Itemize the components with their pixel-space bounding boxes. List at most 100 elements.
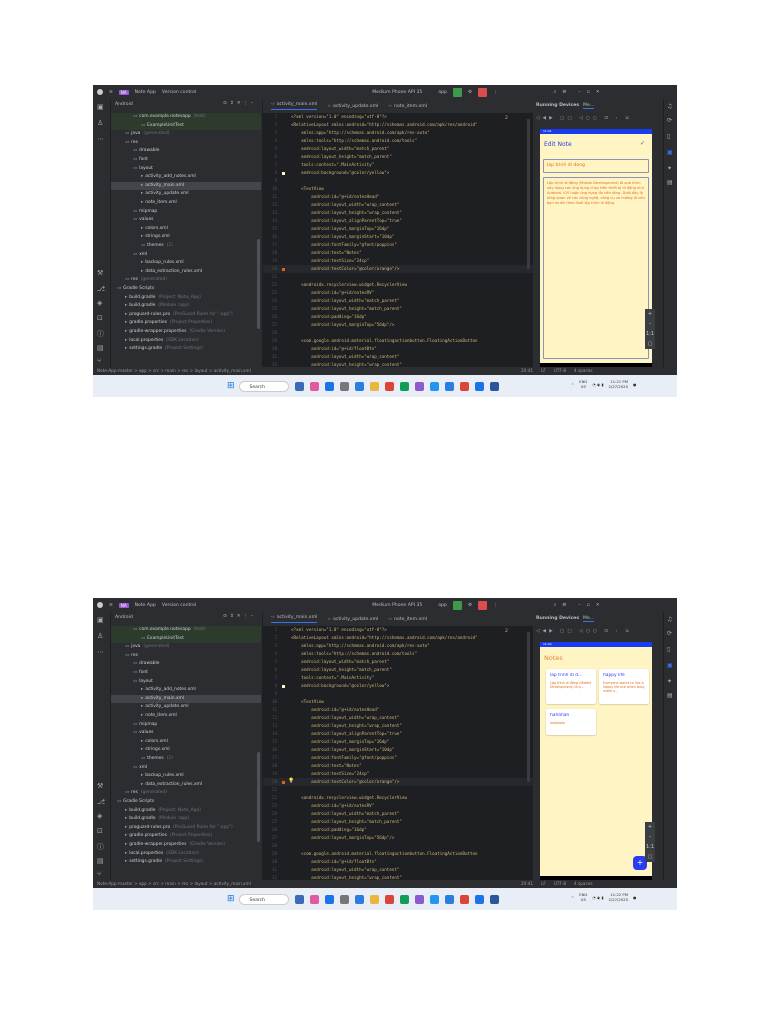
tray-chevron-icon[interactable]: ^ (571, 382, 574, 387)
line-separator[interactable]: LF (541, 367, 546, 375)
tree-item[interactable]: ▸ activity_add_notes.xml (111, 173, 261, 182)
code-line[interactable]: 19 android:textSize="24sp" (263, 257, 533, 265)
tree-item[interactable]: ▸ note_item.xml (111, 199, 261, 208)
taskbar-app-icon[interactable] (324, 381, 334, 391)
code-line[interactable]: 12 android:layout_width="wrap_content" (263, 201, 533, 209)
code-line[interactable]: 29 <com.google.android.material.floating… (263, 850, 533, 858)
taskbar-app-icon[interactable] (489, 381, 499, 391)
running-devices-icon[interactable]: ▣ (667, 149, 673, 156)
taskbar-app-icon[interactable] (399, 381, 409, 391)
taskbar-app-icon[interactable] (354, 381, 364, 391)
notification-bell-icon[interactable]: ● (633, 895, 636, 900)
gemini-icon[interactable]: ✦ (667, 678, 672, 685)
version-control-dropdown[interactable]: Version control (162, 603, 196, 608)
code-line[interactable]: 6 android:layout_height="match_parent" (263, 666, 533, 674)
code-line[interactable]: 13 android:layout_height="wrap_content" (263, 722, 533, 730)
vcs-icon[interactable]: ⎇ (97, 285, 105, 293)
close-icon[interactable]: ✕ (596, 90, 600, 95)
more-icon[interactable]: ⋮ (493, 90, 498, 95)
tree-item[interactable]: ▸ data_extraction_rules.xml (111, 781, 261, 790)
language-indicator[interactable]: ENG US (579, 892, 587, 902)
tree-item[interactable]: ▸ note_item.xml (111, 712, 261, 721)
tree-item[interactable]: ▸ local.properties (SDK Location) (111, 337, 261, 346)
code-line[interactable]: 17 android:fontFamily="@font/poppins" (263, 754, 533, 762)
tree-item[interactable]: ▸ build.gradle (Module :app) (111, 815, 261, 824)
build-icon[interactable]: ⚒ (97, 782, 103, 790)
run-button[interactable] (452, 87, 462, 97)
taskbar-app-icon[interactable] (399, 894, 409, 904)
tree-item[interactable]: ▭ ExampleUnitTest (111, 634, 261, 644)
stop-button[interactable] (478, 600, 488, 610)
code-line[interactable]: 9 (263, 690, 533, 698)
taskbar-app-icon[interactable] (369, 894, 379, 904)
more-tools-icon[interactable]: ⋯ (97, 648, 104, 656)
lightbulb-icon[interactable]: 💡 (288, 778, 294, 784)
code-line[interactable]: 22 <androidx.recyclerview.widget.Recycle… (263, 794, 533, 802)
file-encoding[interactable]: UTF-8 (554, 880, 566, 888)
more-icon[interactable]: ⋮ (493, 603, 498, 608)
logcat-icon[interactable]: ⊡ (97, 314, 103, 322)
note-body-input[interactable]: Lập trình di động (Mobile Development) l… (543, 177, 649, 359)
tab-activity_update-xml[interactable]: ‹› activity_update.xml (327, 617, 378, 622)
project-name-dropdown[interactable]: Note App (135, 603, 156, 608)
code-line[interactable]: 30 android:id="@+id/floatBtn" (263, 858, 533, 866)
tree-item[interactable]: ▭ values (111, 729, 261, 738)
indent-setting[interactable]: 4 spaces (574, 880, 592, 888)
taskbar-app-icon[interactable] (474, 894, 484, 904)
taskbar-app-icon[interactable] (474, 381, 484, 391)
code-line[interactable]: 2 <RelativeLayout xmlns:android="http://s… (263, 121, 533, 129)
code-line[interactable]: 31 android:layout_width="wrap_content" (263, 866, 533, 874)
code-line[interactable]: 29 <com.google.android.material.floating… (263, 337, 533, 345)
tree-item[interactable]: ▭ mipmap (111, 208, 261, 217)
tree-item[interactable]: ▭ com.example.notesapp (test) (111, 113, 261, 122)
code-line[interactable]: 15 android:layout_marginTop="16dp" (263, 225, 533, 233)
main-menu-icon[interactable]: ≡ (109, 90, 113, 95)
tree-item[interactable]: ▸ activity_add_notes.xml (111, 686, 261, 695)
tree-item[interactable]: ▸ proguard-rules.pro (ProGuard Rules for "… (111, 824, 261, 833)
tree-item[interactable]: ▸ gradle-wrapper.properties (Gradle Versio… (111, 841, 261, 850)
gem-icon[interactable]: ◈ (97, 812, 102, 820)
tree-item[interactable]: ▸ strings.xml (111, 746, 261, 755)
code-line[interactable]: 3 xmlns:app="http://schemas.android.com/… (263, 642, 533, 650)
code-line[interactable]: 23 android:id="@+id/notesRV" (263, 802, 533, 810)
note-title-input[interactable]: lap trinh di dong (543, 159, 649, 173)
tree-item[interactable]: ▸ backup_rules.xml (111, 772, 261, 781)
gemini-icon[interactable]: ✦ (667, 165, 672, 172)
taskbar-search[interactable]: Search (238, 893, 289, 905)
code-line[interactable]: 28 (263, 329, 533, 337)
panel-scrollbar[interactable] (257, 239, 260, 329)
taskbar-app-icon[interactable] (444, 381, 454, 391)
tree-item[interactable]: ▸ activity_main.xml (111, 181, 261, 191)
project-view-dropdown[interactable]: Android (115, 102, 133, 107)
stop-button[interactable] (478, 87, 488, 97)
code-line[interactable]: 11 android:id="@+id/notesHead" (263, 193, 533, 201)
taskbar-app-icon[interactable] (444, 894, 454, 904)
code-line[interactable]: 25 android:layout_height="match_parent" (263, 818, 533, 826)
running-devices-icon[interactable]: ▣ (667, 662, 673, 669)
save-check-icon[interactable]: ✓ (640, 140, 645, 147)
tab-activity_update-xml[interactable]: ‹› activity_update.xml (327, 104, 378, 109)
code-line[interactable]: 6 android:layout_height="match_parent" (263, 153, 533, 161)
tree-item[interactable]: ▭ Gradle Scripts (111, 798, 261, 807)
zoom-controls[interactable]: + –1:1 ▢ (645, 309, 655, 349)
tree-item[interactable]: ▸ strings.xml (111, 233, 261, 242)
taskbar-app-icon[interactable] (459, 381, 469, 391)
tray-chevron-icon[interactable]: ^ (571, 895, 574, 900)
code-line[interactable]: 4 xmlns:tools="http://schemas.android.co… (263, 650, 533, 658)
tree-item[interactable]: ▭ mipmap (111, 721, 261, 730)
taskbar-app-icon[interactable] (414, 381, 424, 391)
run-button[interactable] (452, 600, 462, 610)
device-explorer-icon[interactable]: ▤ (667, 692, 673, 699)
panel-actions-icon[interactable]: ⊙⇕✕⋮– (223, 101, 256, 106)
device-toolbar[interactable]: ◁◀▶ ▢▢ ◁○○ ⊡ › ⇲ (536, 116, 632, 121)
zoom-controls[interactable]: + –1:1 ▢ (645, 822, 655, 862)
tree-item[interactable]: ▭ values (111, 216, 261, 225)
breadcrumb[interactable]: Note-App-master > app > src > main > res… (97, 881, 251, 886)
taskbar-app-icon[interactable] (489, 894, 499, 904)
tree-item[interactable]: ▸ gradle.properties (Project Properties) (111, 319, 261, 328)
code-line[interactable]: 1 <?xml version="1.0" encoding="utf-8"?> (263, 626, 533, 634)
taskbar-app-icon[interactable] (414, 894, 424, 904)
code-line[interactable]: 8 android:background="@color/yellow"> (263, 682, 533, 690)
device-tab[interactable]: Me... (583, 103, 595, 109)
maximize-icon[interactable]: ▫ (587, 90, 590, 95)
